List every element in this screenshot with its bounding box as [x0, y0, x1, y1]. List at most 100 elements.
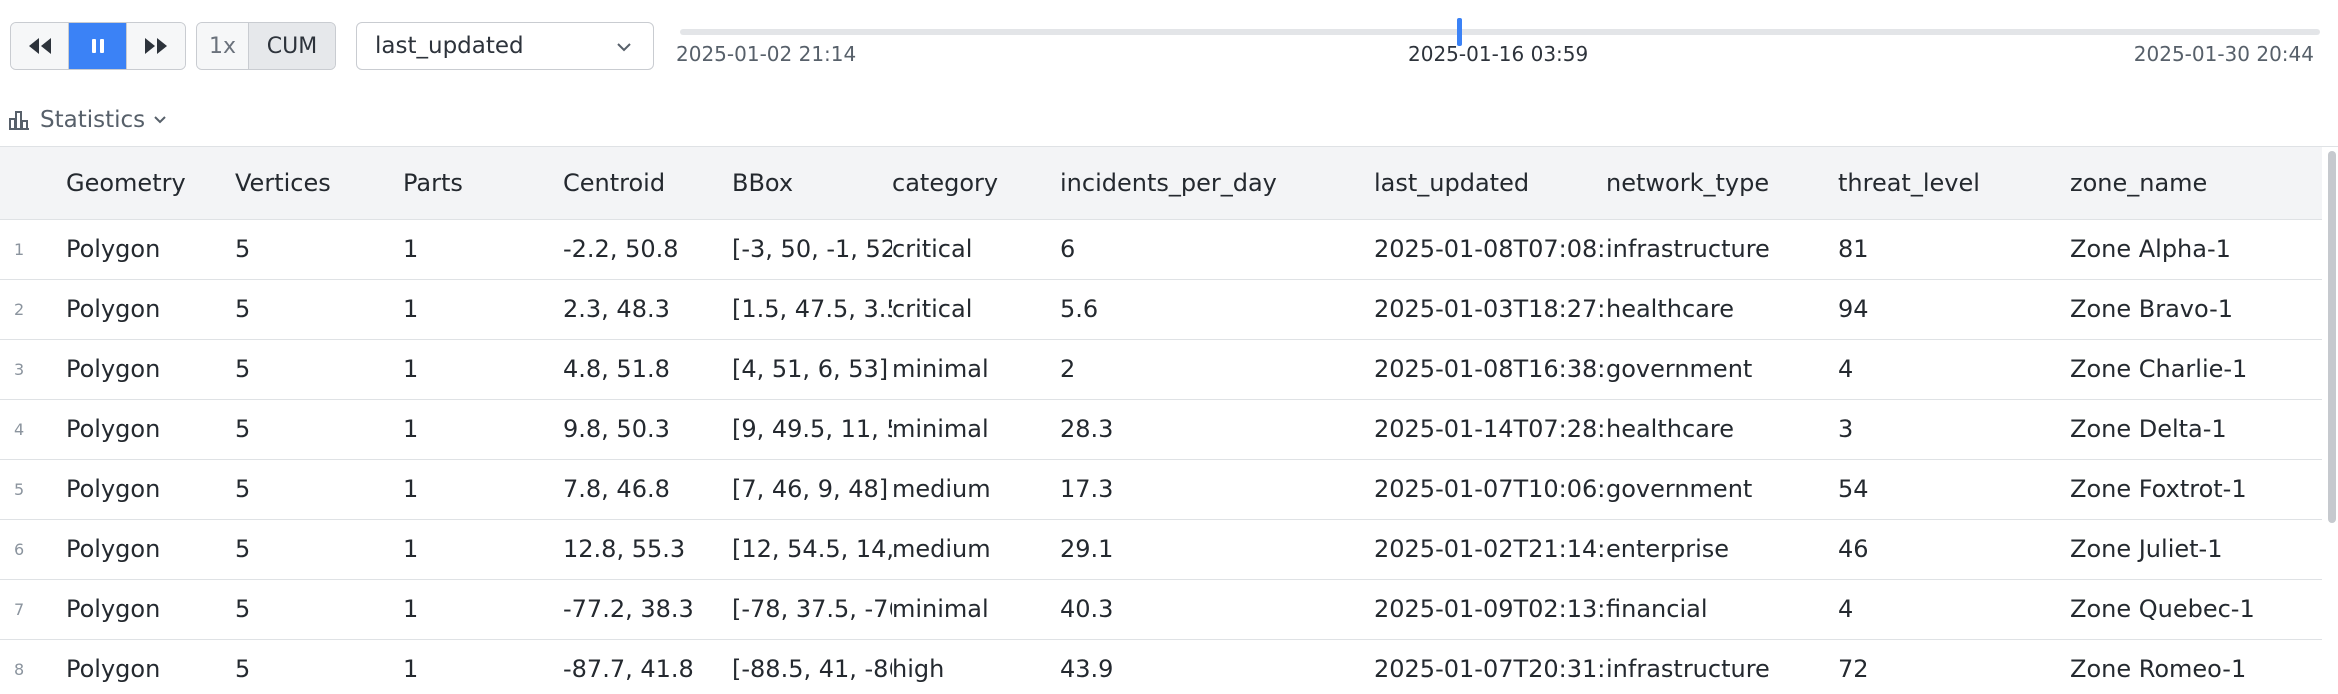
row-number: 5: [14, 479, 25, 499]
timeline-end-label: 2025-01-30 20:44: [2133, 42, 2314, 66]
table-row[interactable]: 3 Polygon 5 1 4.8, 51.8 [4, 51, 6, 53] minimal…: [0, 339, 2322, 399]
table-cell: 5.6: [1060, 295, 1099, 323]
table-cell: 1: [403, 655, 419, 683]
table-cell: 5: [235, 475, 251, 503]
table-cell: 2025-01-02T21:14:00: [1374, 535, 1606, 563]
column-header-category[interactable]: category: [892, 147, 1060, 220]
table-cell: 28.3: [1060, 415, 1114, 443]
table-cell: 2025-01-07T20:31:00: [1374, 655, 1606, 683]
table-cell: 17.3: [1060, 475, 1114, 503]
column-header-incidents-per-day[interactable]: incidents_per_day: [1060, 147, 1374, 220]
time-field-select[interactable]: last_updated: [356, 22, 654, 70]
data-table: Geometry Vertices Parts Centroid BBox categor…: [0, 147, 2322, 694]
timeline-slider[interactable]: 2025-01-02 21:14 2025-01-16 03:59 2025-0…: [676, 18, 2320, 78]
column-header-bbox[interactable]: BBox: [732, 147, 892, 220]
table-cell: -77.2, 38.3: [563, 595, 694, 623]
table-cell: Zone Charlie-1: [2070, 355, 2248, 383]
table-cell: government: [1606, 475, 1753, 503]
timeline-start-label: 2025-01-02 21:14: [676, 42, 857, 66]
table-cell: minimal: [892, 355, 989, 383]
table-row[interactable]: 7 Polygon 5 1 -77.2, 38.3 [-78, 37.5, -76, 39…: [0, 579, 2322, 639]
pause-button[interactable]: [69, 23, 127, 69]
row-number: 2: [14, 299, 25, 319]
table-cell: medium: [892, 535, 991, 563]
table-cell: Polygon: [66, 235, 161, 263]
playback-toolbar: 1x CUM last_updated 2025-01-02 21:14 202…: [0, 0, 2338, 110]
statistics-toggle[interactable]: Statistics: [8, 104, 177, 136]
table-cell: 5: [235, 535, 251, 563]
fast-forward-button[interactable]: [127, 23, 185, 69]
column-header-network-type[interactable]: network_type: [1606, 147, 1838, 220]
table-cell: [-88.5, 41, -86.5, 42.5]: [732, 655, 892, 683]
column-header-last-updated[interactable]: last_updated: [1374, 147, 1606, 220]
table-cell: 1: [403, 415, 419, 443]
table-cell: infrastructure: [1606, 235, 1770, 263]
table-cell: 2025-01-03T18:27:00: [1374, 295, 1606, 323]
fast-forward-icon: [145, 38, 167, 54]
table-cell: [7, 46, 9, 48]: [732, 475, 889, 503]
table-cell: 46: [1838, 535, 1869, 563]
vertical-scrollbar[interactable]: [2328, 151, 2336, 523]
table-cell: 29.1: [1060, 535, 1114, 563]
table-cell: [1.5, 47.5, 3.5, 49]: [732, 295, 892, 323]
column-header-parts[interactable]: Parts: [403, 147, 563, 220]
column-header-vertices[interactable]: Vertices: [235, 147, 403, 220]
table-cell: [9, 49.5, 11, 51.5]: [732, 415, 892, 443]
table-cell: 94: [1838, 295, 1869, 323]
table-cell: Zone Foxtrot-1: [2070, 475, 2247, 503]
table-cell: 1: [403, 535, 419, 563]
table-cell: [12, 54.5, 14, 56]: [732, 535, 892, 563]
table-row[interactable]: 2 Polygon 5 1 2.3, 48.3 [1.5, 47.5, 3.5, 49]c…: [0, 279, 2322, 339]
column-header-centroid[interactable]: Centroid: [563, 147, 732, 220]
table-cell: 4: [1838, 595, 1854, 623]
table-cell: Zone Juliet-1: [2070, 535, 2223, 563]
table-cell: Polygon: [66, 595, 161, 623]
table-row[interactable]: 6 Polygon 5 1 12.8, 55.3 [12, 54.5, 14, 56]me…: [0, 519, 2322, 579]
column-header-threat-level[interactable]: threat_level: [1838, 147, 2070, 220]
table-cell: 5: [235, 355, 251, 383]
table-cell: 40.3: [1060, 595, 1114, 623]
table-cell: minimal: [892, 595, 989, 623]
chevron-down-icon: [617, 43, 631, 52]
speed-button[interactable]: 1x: [197, 23, 249, 69]
table-cell: 2025-01-08T07:08:00: [1374, 235, 1606, 263]
table-cell: Polygon: [66, 415, 161, 443]
table-cell: enterprise: [1606, 535, 1730, 563]
table-body: 1 Polygon 5 1 -2.2, 50.8 [-3, 50, -1, 52] crit…: [0, 219, 2322, 694]
table-cell: 9.8, 50.3: [563, 415, 670, 443]
table-cell: financial: [1606, 595, 1708, 623]
rewind-icon: [28, 38, 51, 54]
row-number: 6: [14, 539, 25, 559]
table-cell: [4, 51, 6, 53]: [732, 355, 889, 383]
timeline-current-label: 2025-01-16 03:59: [1408, 42, 1589, 66]
table-cell: infrastructure: [1606, 655, 1770, 683]
table-row[interactable]: 8 Polygon 5 1 -87.7, 41.8 [-88.5, 41, -86.5, …: [0, 639, 2322, 694]
table-cell: 81: [1838, 235, 1869, 263]
attribute-table: Geometry Vertices Parts Centroid BBox categor…: [0, 146, 2338, 694]
table-cell: Zone Bravo-1: [2070, 295, 2234, 323]
table-cell: 2025-01-08T16:38:00: [1374, 355, 1606, 383]
bar-chart-icon: [9, 111, 29, 130]
table-cell: 3: [1838, 415, 1854, 443]
column-header-geometry[interactable]: Geometry: [66, 147, 235, 220]
table-cell: -87.7, 41.8: [563, 655, 694, 683]
table-cell: Polygon: [66, 655, 161, 683]
timeline-track[interactable]: [680, 29, 2320, 35]
table-cell: Polygon: [66, 295, 161, 323]
table-cell: high: [892, 655, 945, 683]
table-row[interactable]: 5 Polygon 5 1 7.8, 46.8 [7, 46, 9, 48] medium 1…: [0, 459, 2322, 519]
table-cell: critical: [892, 235, 973, 263]
table-row[interactable]: 4 Polygon 5 1 9.8, 50.3 [9, 49.5, 11, 51.5]mi…: [0, 399, 2322, 459]
row-number: 4: [14, 419, 25, 439]
table-cell: [-3, 50, -1, 52]: [732, 235, 892, 263]
table-cell: 54: [1838, 475, 1869, 503]
table-cell: 5: [235, 295, 251, 323]
cumulative-toggle[interactable]: CUM: [249, 23, 335, 69]
row-number: 8: [14, 659, 25, 679]
column-header-index[interactable]: [0, 147, 66, 220]
table-cell: Zone Romeo-1: [2070, 655, 2247, 683]
rewind-button[interactable]: [11, 23, 69, 69]
column-header-zone-name[interactable]: zone_name: [2070, 147, 2322, 220]
table-row[interactable]: 1 Polygon 5 1 -2.2, 50.8 [-3, 50, -1, 52] crit…: [0, 219, 2322, 279]
table-cell: 1: [403, 295, 419, 323]
